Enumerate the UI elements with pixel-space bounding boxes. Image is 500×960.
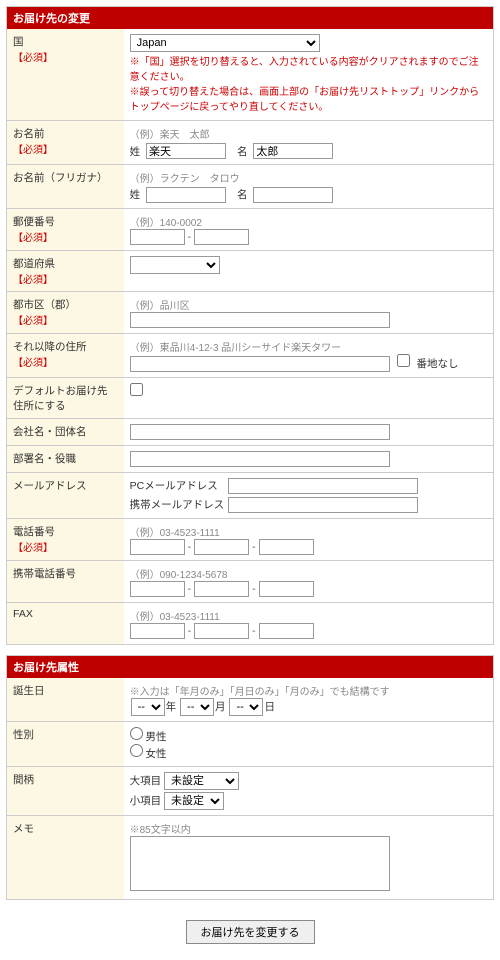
fax2-input[interactable] [194,623,249,639]
label-memo: メモ [7,816,124,900]
postal2-input[interactable] [194,229,249,245]
dept-input[interactable] [130,451,390,467]
gender-female-radio[interactable] [130,744,143,757]
label-default: デフォルトお届け先住所にする [7,378,124,419]
section-edit-header: お届け先の変更 [7,7,493,29]
kana-lastname-input[interactable] [146,187,226,203]
tel2-input[interactable] [194,539,249,555]
pcmail-input[interactable] [228,478,418,494]
label-kana: お名前（フリガナ） [7,165,124,209]
fax3-input[interactable] [259,623,314,639]
country-warning-2: ※誤って切り替えた場合は、画面上部の「お届け先リストトップ」リンクからトップペー… [130,85,487,115]
fax1-input[interactable] [130,623,185,639]
mbmail-input[interactable] [228,497,418,513]
section-attr-header: お届け先属性 [7,656,493,678]
postal1-input[interactable] [130,229,185,245]
addr-input[interactable] [130,356,390,372]
addr-none-checkbox[interactable] [397,354,410,367]
default-checkbox[interactable] [130,383,143,396]
kana-firstname-input[interactable] [253,187,333,203]
country-warning-1: ※「国」選択を切り替えると、入力されている内容がクリアされますのでご注意ください… [130,55,487,85]
bd-day-select[interactable]: -- [229,698,263,716]
mobile2-input[interactable] [194,581,249,597]
label-gender: 性別 [7,722,124,767]
company-input[interactable] [130,424,390,440]
city-input[interactable] [130,312,390,328]
label-pref: 都道府県 【必須】 [7,251,124,292]
bd-year-select[interactable]: -- [131,698,165,716]
mobile1-input[interactable] [130,581,185,597]
label-company: 会社名・団体名 [7,419,124,446]
submit-button[interactable]: お届け先を変更する [186,920,315,944]
label-mobile: 携帯電話番号 [7,561,124,603]
label-name: お名前 【必須】 [7,121,124,165]
relation-small-select[interactable]: 未設定 [164,792,224,810]
label-dept: 部署名・役職 [7,446,124,473]
tel1-input[interactable] [130,539,185,555]
label-addr: それ以降の住所 【必須】 [7,334,124,378]
relation-big-select[interactable]: 未設定 [164,772,239,790]
lastname-input[interactable] [146,143,226,159]
label-tel: 電話番号 【必須】 [7,519,124,561]
label-postal: 郵便番号 【必須】 [7,209,124,251]
country-select[interactable]: Japan [130,34,320,52]
mobile3-input[interactable] [259,581,314,597]
tel3-input[interactable] [259,539,314,555]
label-city: 都市区（郡） 【必須】 [7,292,124,334]
firstname-input[interactable] [253,143,333,159]
gender-male-radio[interactable] [130,727,143,740]
pref-select[interactable] [130,256,220,274]
memo-textarea[interactable] [130,836,390,891]
label-relation: 間柄 [7,767,124,816]
label-country: 国 【必須】 [7,29,124,121]
label-birthday: 誕生日 [7,678,124,722]
label-fax: FAX [7,603,124,645]
label-mail: メールアドレス [7,473,124,519]
bd-month-select[interactable]: -- [180,698,214,716]
